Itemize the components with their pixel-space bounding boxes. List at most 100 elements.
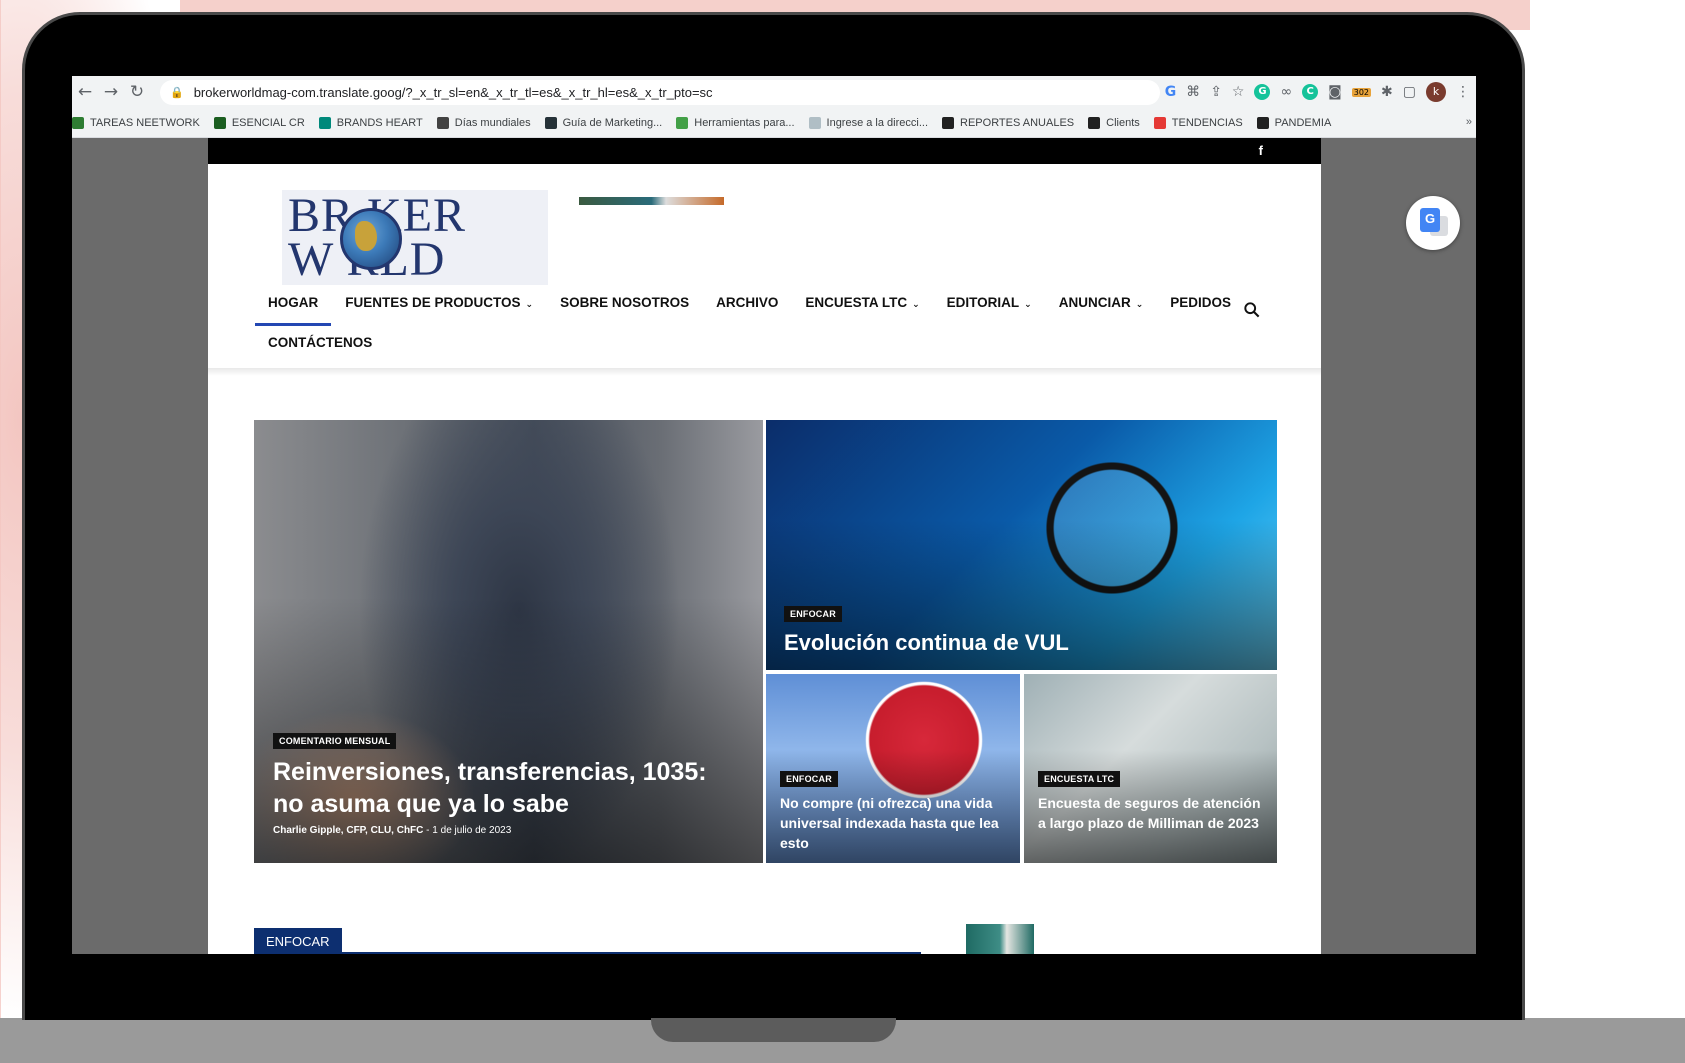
address-bar-row: ← → ↻ 🔒 brokerworldmag-com.translate.goo… — [72, 76, 1476, 108]
bookmark-item[interactable]: TENDENCIAS — [1153, 116, 1243, 129]
extensions-bar: G ⌘ ⇪ ☆ G ∞ C ◙ 302 ✱ ▢ k ⋮ — [1165, 76, 1470, 108]
bookmark-item[interactable]: Clients — [1088, 116, 1140, 129]
link-extension-icon[interactable]: ∞ — [1280, 84, 1292, 100]
bookmark-item[interactable]: Ingrese a la direcci... — [808, 116, 929, 129]
url-field[interactable]: 🔒 brokerworldmag-com.translate.goog/?_x_… — [160, 80, 1160, 105]
browser-window: ← → ↻ 🔒 brokerworldmag-com.translate.goo… — [72, 76, 1476, 954]
article-meta: Charlie Gipple, CFP, CLU, ChFC - 1 de ju… — [273, 825, 511, 836]
nav-item[interactable]: ENCUESTA LTC ⌄ — [805, 288, 919, 318]
chevron-down-icon: ⌄ — [912, 300, 920, 310]
web-page: f BR KER W RLD HOGAR FUENTES DE PRODUCTOS… — [208, 138, 1321, 954]
bookmark-favicon-icon — [676, 116, 689, 129]
lock-icon: 🔒 — [170, 86, 184, 99]
bookmark-item[interactable]: Días mundiales — [436, 116, 531, 129]
nav-item[interactable]: EDITORIAL ⌄ — [947, 288, 1032, 318]
bookmarks-bar: TAREAS NEETWORK ESENCIAL CR BRANDS HEART Dí… — [72, 108, 1476, 138]
article-title[interactable]: Reinversiones, transferencias, 1035: no … — [273, 756, 733, 820]
bookmark-favicon-icon — [1256, 116, 1269, 129]
section-heading-tab[interactable]: ENFOCAR — [254, 928, 342, 954]
category-badge[interactable]: ENCUESTA LTC — [1038, 771, 1121, 787]
bookmark-label: Guía de Marketing... — [562, 116, 663, 129]
share-icon[interactable]: ⇪ — [1210, 84, 1222, 100]
bookmark-item[interactable]: TAREAS NEETWORK — [72, 116, 200, 129]
bookmark-label: ESENCIAL CR — [231, 116, 305, 129]
google-icon[interactable]: G — [1165, 84, 1177, 100]
forward-icon[interactable]: → — [98, 82, 124, 102]
site-logo[interactable]: BR KER W RLD — [282, 190, 548, 285]
google-translate-icon[interactable]: G — [1406, 196, 1460, 250]
bookmark-item[interactable]: Herramientas para... — [676, 116, 795, 129]
chevron-down-icon: ⌄ — [1135, 300, 1144, 310]
bookmark-item[interactable]: REPORTES ANUALES — [942, 116, 1075, 129]
sidepanel-icon[interactable]: ▢ — [1403, 84, 1416, 100]
nav-item-label: ENCUESTA LTC — [805, 295, 908, 310]
nav-item-label: EDITORIAL — [946, 295, 1020, 310]
section-underline — [254, 952, 921, 954]
reload-icon[interactable]: ↻ — [124, 82, 150, 102]
bookmark-favicon-icon — [318, 116, 331, 129]
bookmark-item[interactable]: BRANDS HEART — [318, 116, 423, 129]
category-badge[interactable]: ENFOCAR — [784, 606, 842, 622]
bookmark-favicon-icon — [942, 116, 955, 129]
bookmark-favicon-icon — [72, 116, 84, 129]
url-text: brokerworldmag-com.translate.goog/?_x_tr… — [193, 85, 713, 100]
sidebar-ad-thumbnail[interactable] — [966, 924, 1034, 954]
globe-icon — [340, 208, 402, 270]
bookmark-label: BRANDS HEART — [336, 116, 423, 129]
bookmark-favicon-icon — [436, 116, 449, 129]
puzzle-icon[interactable]: ✱ — [1381, 84, 1393, 100]
bookmarks-more-icon[interactable]: » — [1466, 116, 1472, 128]
bookmark-label: REPORTES ANUALES — [960, 116, 1075, 129]
green-extension-icon[interactable]: C — [1302, 84, 1319, 100]
menu-dots-icon[interactable]: ⋮ — [1456, 84, 1470, 100]
article-title[interactable]: Evolución continua de VUL — [784, 629, 1069, 657]
redirect-extension-badge[interactable]: 302 — [1351, 87, 1372, 97]
nav-item[interactable]: ARCHIVO — [716, 288, 778, 318]
category-badge[interactable]: COMENTARIO MENSUAL — [273, 733, 397, 749]
nav-item-label: PEDIDOS — [1170, 295, 1232, 310]
chevron-down-icon: ⌄ — [1024, 300, 1032, 310]
nav-item-label: FUENTES DE PRODUCTOS — [345, 295, 521, 310]
translate-icon[interactable]: ⌘ — [1186, 84, 1200, 100]
bookmark-item[interactable]: PANDEMIA — [1256, 116, 1331, 129]
nav-item[interactable]: HOGAR — [254, 288, 332, 326]
featured-article-bottom-left[interactable]: ENFOCAR No compre (ni ofrezca) una vida … — [766, 674, 1020, 863]
bookmark-label: TENDENCIAS — [1171, 116, 1243, 129]
article-date: 1 de julio de 2023 — [432, 825, 512, 836]
category-badge[interactable]: ENFOCAR — [780, 771, 838, 787]
bookmark-favicon-icon — [808, 116, 821, 129]
nav-divider — [208, 368, 1321, 376]
grammarly-icon[interactable]: G — [1254, 84, 1271, 100]
bookmark-favicon-icon — [213, 116, 226, 129]
bookmark-item[interactable]: ESENCIAL CR — [213, 116, 305, 129]
bookmark-label: Ingrese a la direcci... — [826, 116, 929, 129]
bookmark-label: TAREAS NEETWORK — [90, 116, 200, 129]
nav-item[interactable]: PEDIDOS — [1170, 288, 1231, 318]
bookmark-label: Días mundiales — [454, 116, 531, 129]
nav-item-label: SOBRE NOSOTROS — [560, 295, 690, 310]
avatar[interactable]: k — [1426, 82, 1446, 102]
header-banner-ad[interactable] — [579, 197, 724, 205]
article-title[interactable]: No compre (ni ofrezca) una vida universa… — [780, 793, 1010, 853]
bookmark-star-icon[interactable]: ☆ — [1232, 84, 1245, 100]
chevron-down-icon: ⌄ — [525, 300, 534, 310]
featured-article-bottom-right[interactable]: ENCUESTA LTC Encuesta de seguros de aten… — [1024, 674, 1277, 863]
back-icon[interactable]: ← — [72, 82, 98, 102]
facebook-icon[interactable]: f — [1259, 143, 1263, 158]
nav-item-label: ARCHIVO — [716, 295, 779, 310]
article-author[interactable]: Charlie Gipple, CFP, CLU, ChFC — [273, 825, 423, 836]
nav-item-contactenos[interactable]: CONTÁCTENOS — [268, 335, 372, 350]
meta-separator: - — [426, 825, 430, 836]
featured-article-main[interactable]: COMENTARIO MENSUAL Reinversiones, transf… — [254, 420, 763, 863]
bookmark-favicon-icon — [1088, 116, 1101, 129]
laptop-notch — [651, 1018, 896, 1042]
camera-icon[interactable]: ◙ — [1328, 84, 1342, 100]
search-icon[interactable] — [1244, 302, 1260, 318]
nav-item[interactable]: ANUNCIAR ⌄ — [1059, 288, 1144, 318]
nav-item[interactable]: SOBRE NOSOTROS — [560, 288, 689, 318]
article-title[interactable]: Encuesta de seguros de atención a largo … — [1038, 793, 1268, 833]
bookmark-item[interactable]: Guía de Marketing... — [544, 116, 663, 129]
featured-article-top-right[interactable]: ENFOCAR Evolución continua de VUL — [766, 420, 1277, 670]
nav-item[interactable]: FUENTES DE PRODUCTOS ⌄ — [345, 288, 533, 318]
bookmark-label: Clients — [1106, 116, 1140, 129]
